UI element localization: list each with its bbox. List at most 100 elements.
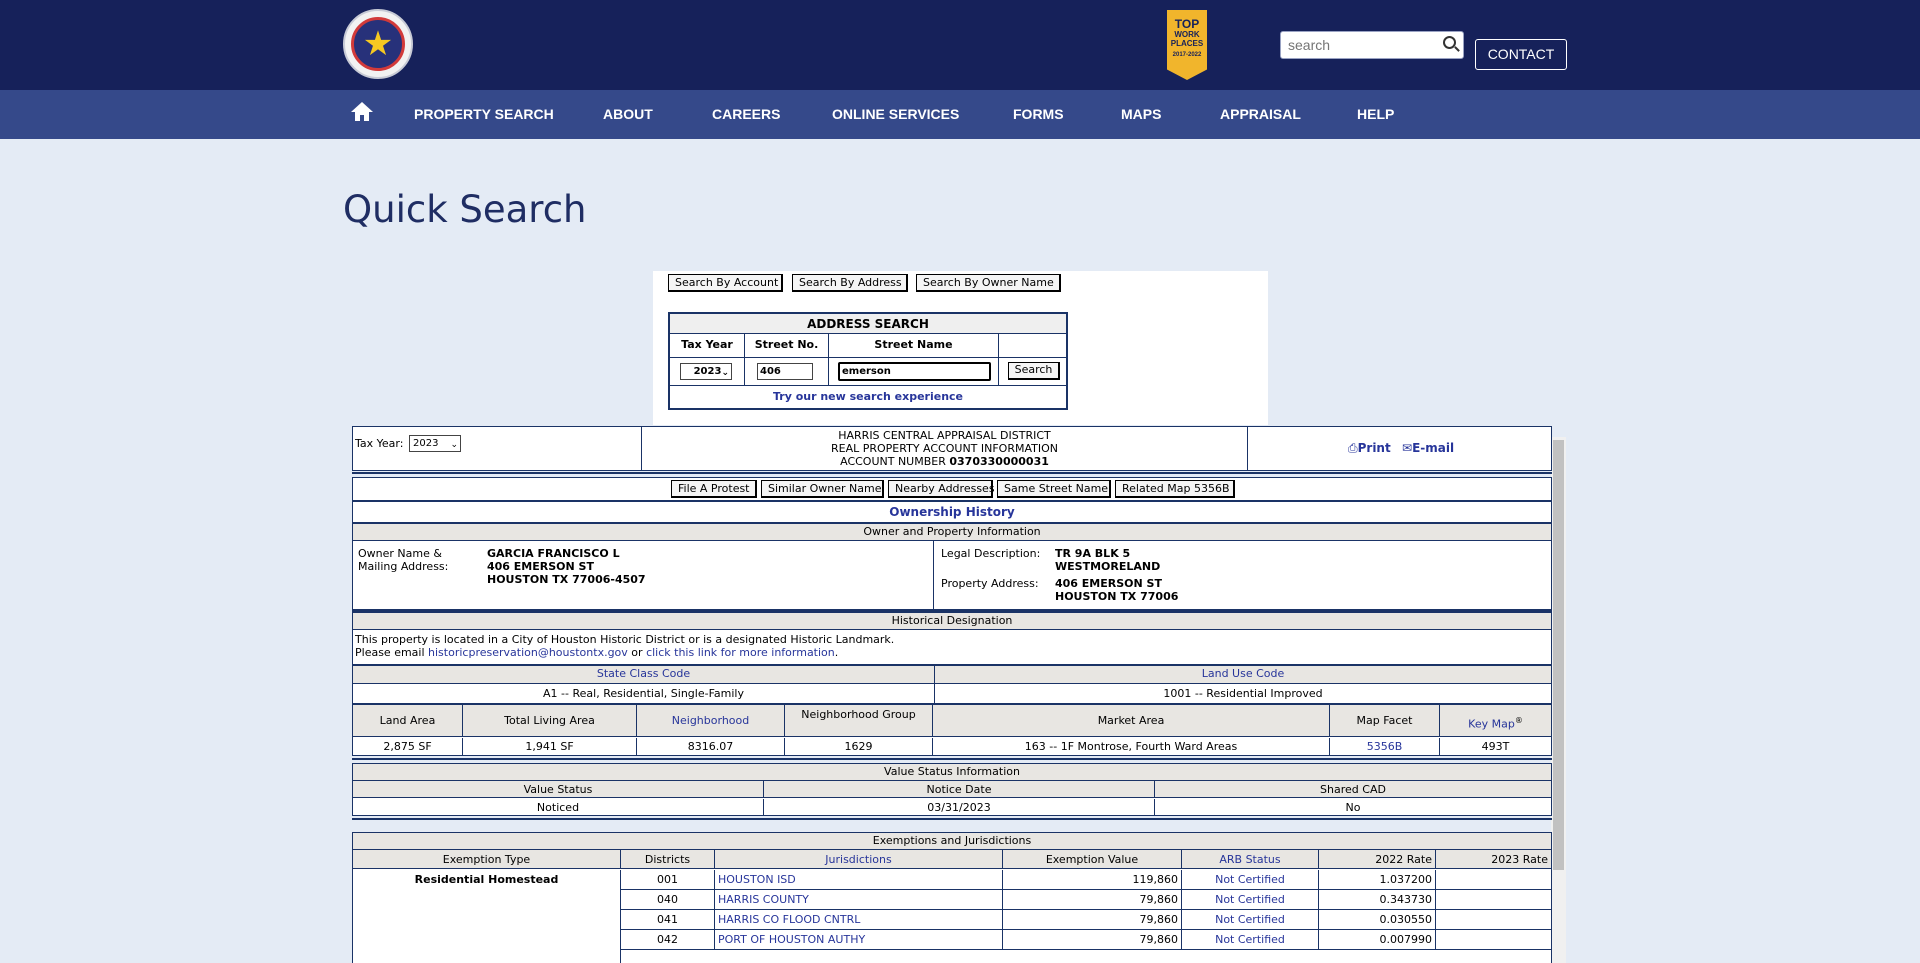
property-address-label: Property Address: <box>941 577 1039 590</box>
related-map-button[interactable]: Related Map 5356B <box>1115 480 1235 498</box>
jurisdiction-link[interactable]: HOUSTON ISD <box>715 870 1003 889</box>
print-link[interactable]: ⎙Print <box>1348 441 1391 456</box>
col-street-name: Street Name <box>829 334 999 357</box>
account-number: 0370330000031 <box>949 455 1049 468</box>
ownership-history-label: Ownership History <box>889 505 1015 519</box>
rate-2023-cell <box>1436 930 1551 949</box>
land-use-header[interactable]: Land Use Code <box>935 666 1551 684</box>
notice-date-value: 03/31/2023 <box>764 799 1155 816</box>
arb-status-link[interactable]: Not Certified <box>1182 890 1319 909</box>
rate-2023-cell <box>1436 890 1551 909</box>
top-workplaces-badge: TOP WORK PLACES 2017-2022 <box>1167 10 1207 80</box>
contact-button[interactable]: CONTACT <box>1475 39 1567 70</box>
similar-owner-button[interactable]: Similar Owner Name <box>761 480 884 498</box>
address-search-button[interactable]: Search <box>1008 362 1060 380</box>
district-line1: HARRIS CENTRAL APPRAISAL DISTRICT <box>838 429 1051 442</box>
account-header: Tax Year: 2023 ⌄ HARRIS CENTRAL APPRAISAL… <box>352 426 1552 471</box>
main-nav: PROPERTY SEARCH ABOUT CAREERS ONLINE SER… <box>0 90 1920 139</box>
nav-forms[interactable]: FORMS <box>1013 90 1064 139</box>
ownership-history-link[interactable]: Ownership History <box>352 501 1552 523</box>
jurisdictions-col[interactable]: Jurisdictions <box>715 850 1003 868</box>
exemption-row: 041 HARRIS CO FLOOD CNTRL 79,860 Not Certif… <box>621 910 1551 930</box>
arb-status-link[interactable]: Not Certified <box>1182 930 1319 949</box>
tab-search-by-address[interactable]: Search By Address <box>792 274 908 292</box>
nav-appraisal[interactable]: APPRAISAL <box>1220 90 1301 139</box>
districts-col: Districts <box>621 850 715 868</box>
owner-label-line1: Owner Name & <box>358 547 442 560</box>
search-icon[interactable] <box>1443 36 1456 49</box>
file-protest-button[interactable]: File A Protest <box>671 480 757 498</box>
same-street-button[interactable]: Same Street Name <box>997 480 1111 498</box>
street-name-input[interactable]: emerson <box>838 362 991 381</box>
nav-online-services[interactable]: ONLINE SERVICES <box>832 90 959 139</box>
jurisdiction-link[interactable]: PORT OF HOUSTON AUTHY <box>715 930 1003 949</box>
legal-label: Legal Description: <box>941 547 1041 560</box>
arb-status-link[interactable]: Not Certified <box>1182 870 1319 889</box>
email-link[interactable]: ✉E-mail <box>1402 441 1454 455</box>
nav-about[interactable]: ABOUT <box>603 90 653 139</box>
nav-careers[interactable]: CAREERS <box>712 90 780 139</box>
property-address-line1: 406 EMERSON ST <box>1055 577 1162 590</box>
header-search <box>1280 31 1464 59</box>
nav-maps[interactable]: MAPS <box>1121 90 1161 139</box>
try-new-search-link[interactable]: Try our new search experience <box>670 386 1066 408</box>
property-grid: Land Area Total Living Area Neighborhood… <box>352 704 1552 756</box>
historical-title: Historical Designation <box>353 613 1551 630</box>
jurisdiction-link[interactable]: HARRIS CO FLOOD CNTRL <box>715 910 1003 929</box>
state-class-header[interactable]: State Class Code <box>353 666 935 684</box>
tab-search-by-owner[interactable]: Search By Owner Name <box>916 274 1061 292</box>
exemption-value-cell: 119,860 <box>1003 870 1182 889</box>
street-no-input[interactable]: 406 <box>757 363 813 380</box>
map-facet-header: Map Facet <box>1330 705 1440 736</box>
nav-help[interactable]: HELP <box>1357 90 1394 139</box>
scrollbar-thumb[interactable] <box>1553 440 1564 870</box>
address-search-box: ADDRESS SEARCH Tax Year Street No. Stree… <box>668 312 1068 410</box>
detail-tax-year-value: 2023 <box>413 438 439 449</box>
address-search-title: ADDRESS SEARCH <box>670 314 1066 334</box>
detail-tax-year-select[interactable]: 2023 ⌄ <box>409 435 461 452</box>
hcad-logo[interactable]: ★ <box>343 9 413 79</box>
district-cell: 040 <box>621 890 715 909</box>
key-map-header[interactable]: Key Map® <box>1440 705 1551 736</box>
detail-scrollbar[interactable] <box>1551 437 1566 963</box>
street-name-cell: emerson <box>829 358 999 385</box>
neighborhood-header[interactable]: Neighborhood <box>637 705 785 736</box>
arb-status-col[interactable]: ARB Status <box>1182 850 1319 868</box>
historical-info-link[interactable]: click this link for more information <box>646 646 835 659</box>
search-panel: Search By Account Search By Address Sear… <box>653 271 1268 425</box>
value-status-col: Value Status <box>353 781 764 797</box>
map-facet-link[interactable]: 5356B <box>1330 738 1440 755</box>
arb-status-link[interactable]: Not Certified <box>1182 910 1319 929</box>
property-address-line2: HOUSTON TX 77006 <box>1055 590 1179 603</box>
nearby-addresses-button[interactable]: Nearby Addresses <box>888 480 995 498</box>
rate-2022-cell: 0.030550 <box>1319 910 1436 929</box>
exemption-value-cell: 79,860 <box>1003 930 1182 949</box>
page-title: Quick Search <box>343 188 587 231</box>
owner-property-section: Owner and Property Information Owner Nam… <box>352 523 1552 610</box>
tax-year-value: 2023 <box>693 366 722 377</box>
badge-line1: TOP <box>1174 17 1200 31</box>
owner-label: Owner Name & Mailing Address: <box>358 547 448 573</box>
tax-year-select[interactable]: 2023 ⌄ <box>680 363 732 380</box>
chevron-down-icon: ⌄ <box>721 368 729 378</box>
historical-email-link[interactable]: historicpreservation@houstontx.gov <box>428 646 628 659</box>
email-label: E-mail <box>1412 441 1455 455</box>
street-no-cell: 406 <box>745 358 829 385</box>
jurisdiction-link[interactable]: HARRIS COUNTY <box>715 890 1003 909</box>
period-text: . <box>834 646 839 659</box>
market-area-value: 163 -- 1F Montrose, Fourth Ward Areas <box>933 738 1330 755</box>
value-status-row: Noticed 03/31/2023 No <box>353 799 1551 816</box>
account-detail: Tax Year: 2023 ⌄ HARRIS CENTRAL APPRAISAL… <box>350 425 1568 963</box>
home-icon[interactable] <box>351 102 373 122</box>
rate-2023-cell <box>1436 870 1551 889</box>
tab-search-by-account[interactable]: Search By Account <box>668 274 783 292</box>
rate-2023-cell <box>1436 910 1551 929</box>
shared-cad-col: Shared CAD <box>1320 783 1386 796</box>
district-heading: HARRIS CENTRAL APPRAISAL DISTRICT REAL P… <box>642 429 1247 468</box>
nav-property-search[interactable]: PROPERTY SEARCH <box>414 90 554 139</box>
land-use-label: Land Use Code <box>1201 667 1285 680</box>
exemption-type-value: Residential Homestead <box>353 870 621 963</box>
header-search-input[interactable] <box>1281 32 1431 58</box>
neighborhood-group-value: 1629 <box>785 738 933 755</box>
land-use-value: 1001 -- Residential Improved <box>1163 687 1323 700</box>
